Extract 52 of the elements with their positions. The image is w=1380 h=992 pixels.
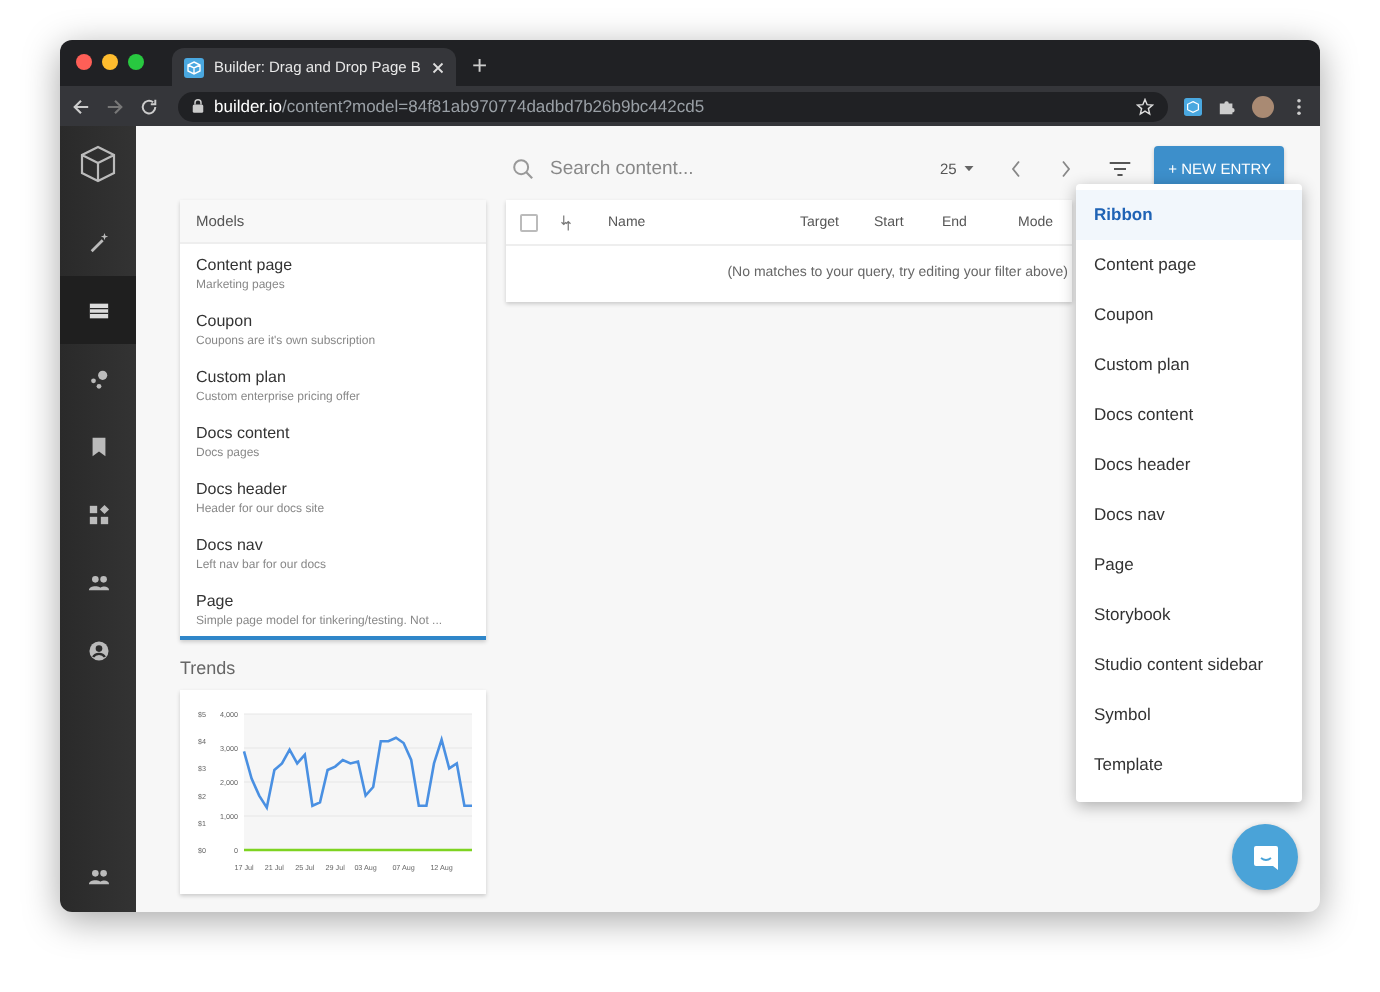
- menu-item[interactable]: Content page: [1076, 240, 1302, 290]
- menu-item[interactable]: Coupon: [1076, 290, 1302, 340]
- menu-item[interactable]: Docs nav: [1076, 490, 1302, 540]
- address-bar[interactable]: builder.io/content?model=84f81ab970774dadbd7b26b9bc442cd5: [178, 91, 1168, 121]
- magic-wand-icon: [87, 231, 109, 253]
- window-maximize-button[interactable]: [128, 54, 144, 70]
- menu-item[interactable]: Template: [1076, 740, 1302, 790]
- window-minimize-button[interactable]: [102, 54, 118, 70]
- menu-item[interactable]: Docs header: [1076, 440, 1302, 490]
- menu-item[interactable]: Storybook: [1076, 590, 1302, 640]
- model-name: Coupon: [196, 312, 255, 330]
- close-icon[interactable]: [432, 61, 444, 73]
- widgets-icon: [87, 503, 109, 525]
- next-page-icon[interactable]: [1060, 159, 1073, 177]
- star-icon[interactable]: [1136, 97, 1154, 115]
- model-name: Docs header: [196, 480, 289, 498]
- caret-icon: [964, 165, 975, 171]
- model-name: Custom plan: [196, 368, 288, 386]
- people-icon: [87, 571, 109, 593]
- reload-icon[interactable]: [140, 97, 158, 115]
- new-tab-button[interactable]: +: [472, 52, 488, 80]
- menu-item[interactable]: Custom plan: [1076, 340, 1302, 390]
- chat-button[interactable]: [1232, 824, 1298, 890]
- checkbox[interactable]: [520, 213, 538, 231]
- sort-icon[interactable]: [560, 213, 572, 231]
- lock-icon: [192, 98, 204, 114]
- people-icon[interactable]: [87, 866, 109, 888]
- model-name: Docs content: [196, 424, 292, 442]
- sidebar-item[interactable]: [60, 276, 136, 344]
- dots-icon: [87, 367, 109, 389]
- model-name: Content page: [196, 256, 295, 274]
- menu-item[interactable]: Symbol: [1076, 690, 1302, 740]
- back-arrow-icon[interactable]: [72, 97, 90, 115]
- window-close-button[interactable]: [76, 54, 92, 70]
- search-field[interactable]: Search content...: [550, 157, 890, 179]
- model-name: Docs nav: [196, 536, 265, 554]
- filter-icon[interactable]: [1108, 159, 1133, 177]
- menu-item[interactable]: Docs content: [1076, 390, 1302, 440]
- section-title: Trends: [180, 658, 238, 678]
- bookmark-icon: [87, 435, 109, 457]
- forward-arrow-icon[interactable]: [106, 97, 124, 115]
- list-icon: [87, 299, 109, 321]
- avatar[interactable]: [1252, 95, 1274, 117]
- menu-item[interactable]: Page: [1076, 540, 1302, 590]
- menu-item[interactable]: Studio content sidebar: [1076, 640, 1302, 690]
- menu-item[interactable]: Ribbon: [1076, 190, 1302, 240]
- puzzle-icon[interactable]: [1218, 97, 1236, 115]
- chat-bubble-icon: [1251, 843, 1279, 871]
- previous-page-icon[interactable]: [1010, 159, 1023, 177]
- account-icon: [87, 639, 109, 661]
- model-name: Page: [196, 592, 236, 610]
- search-icon: [512, 157, 534, 179]
